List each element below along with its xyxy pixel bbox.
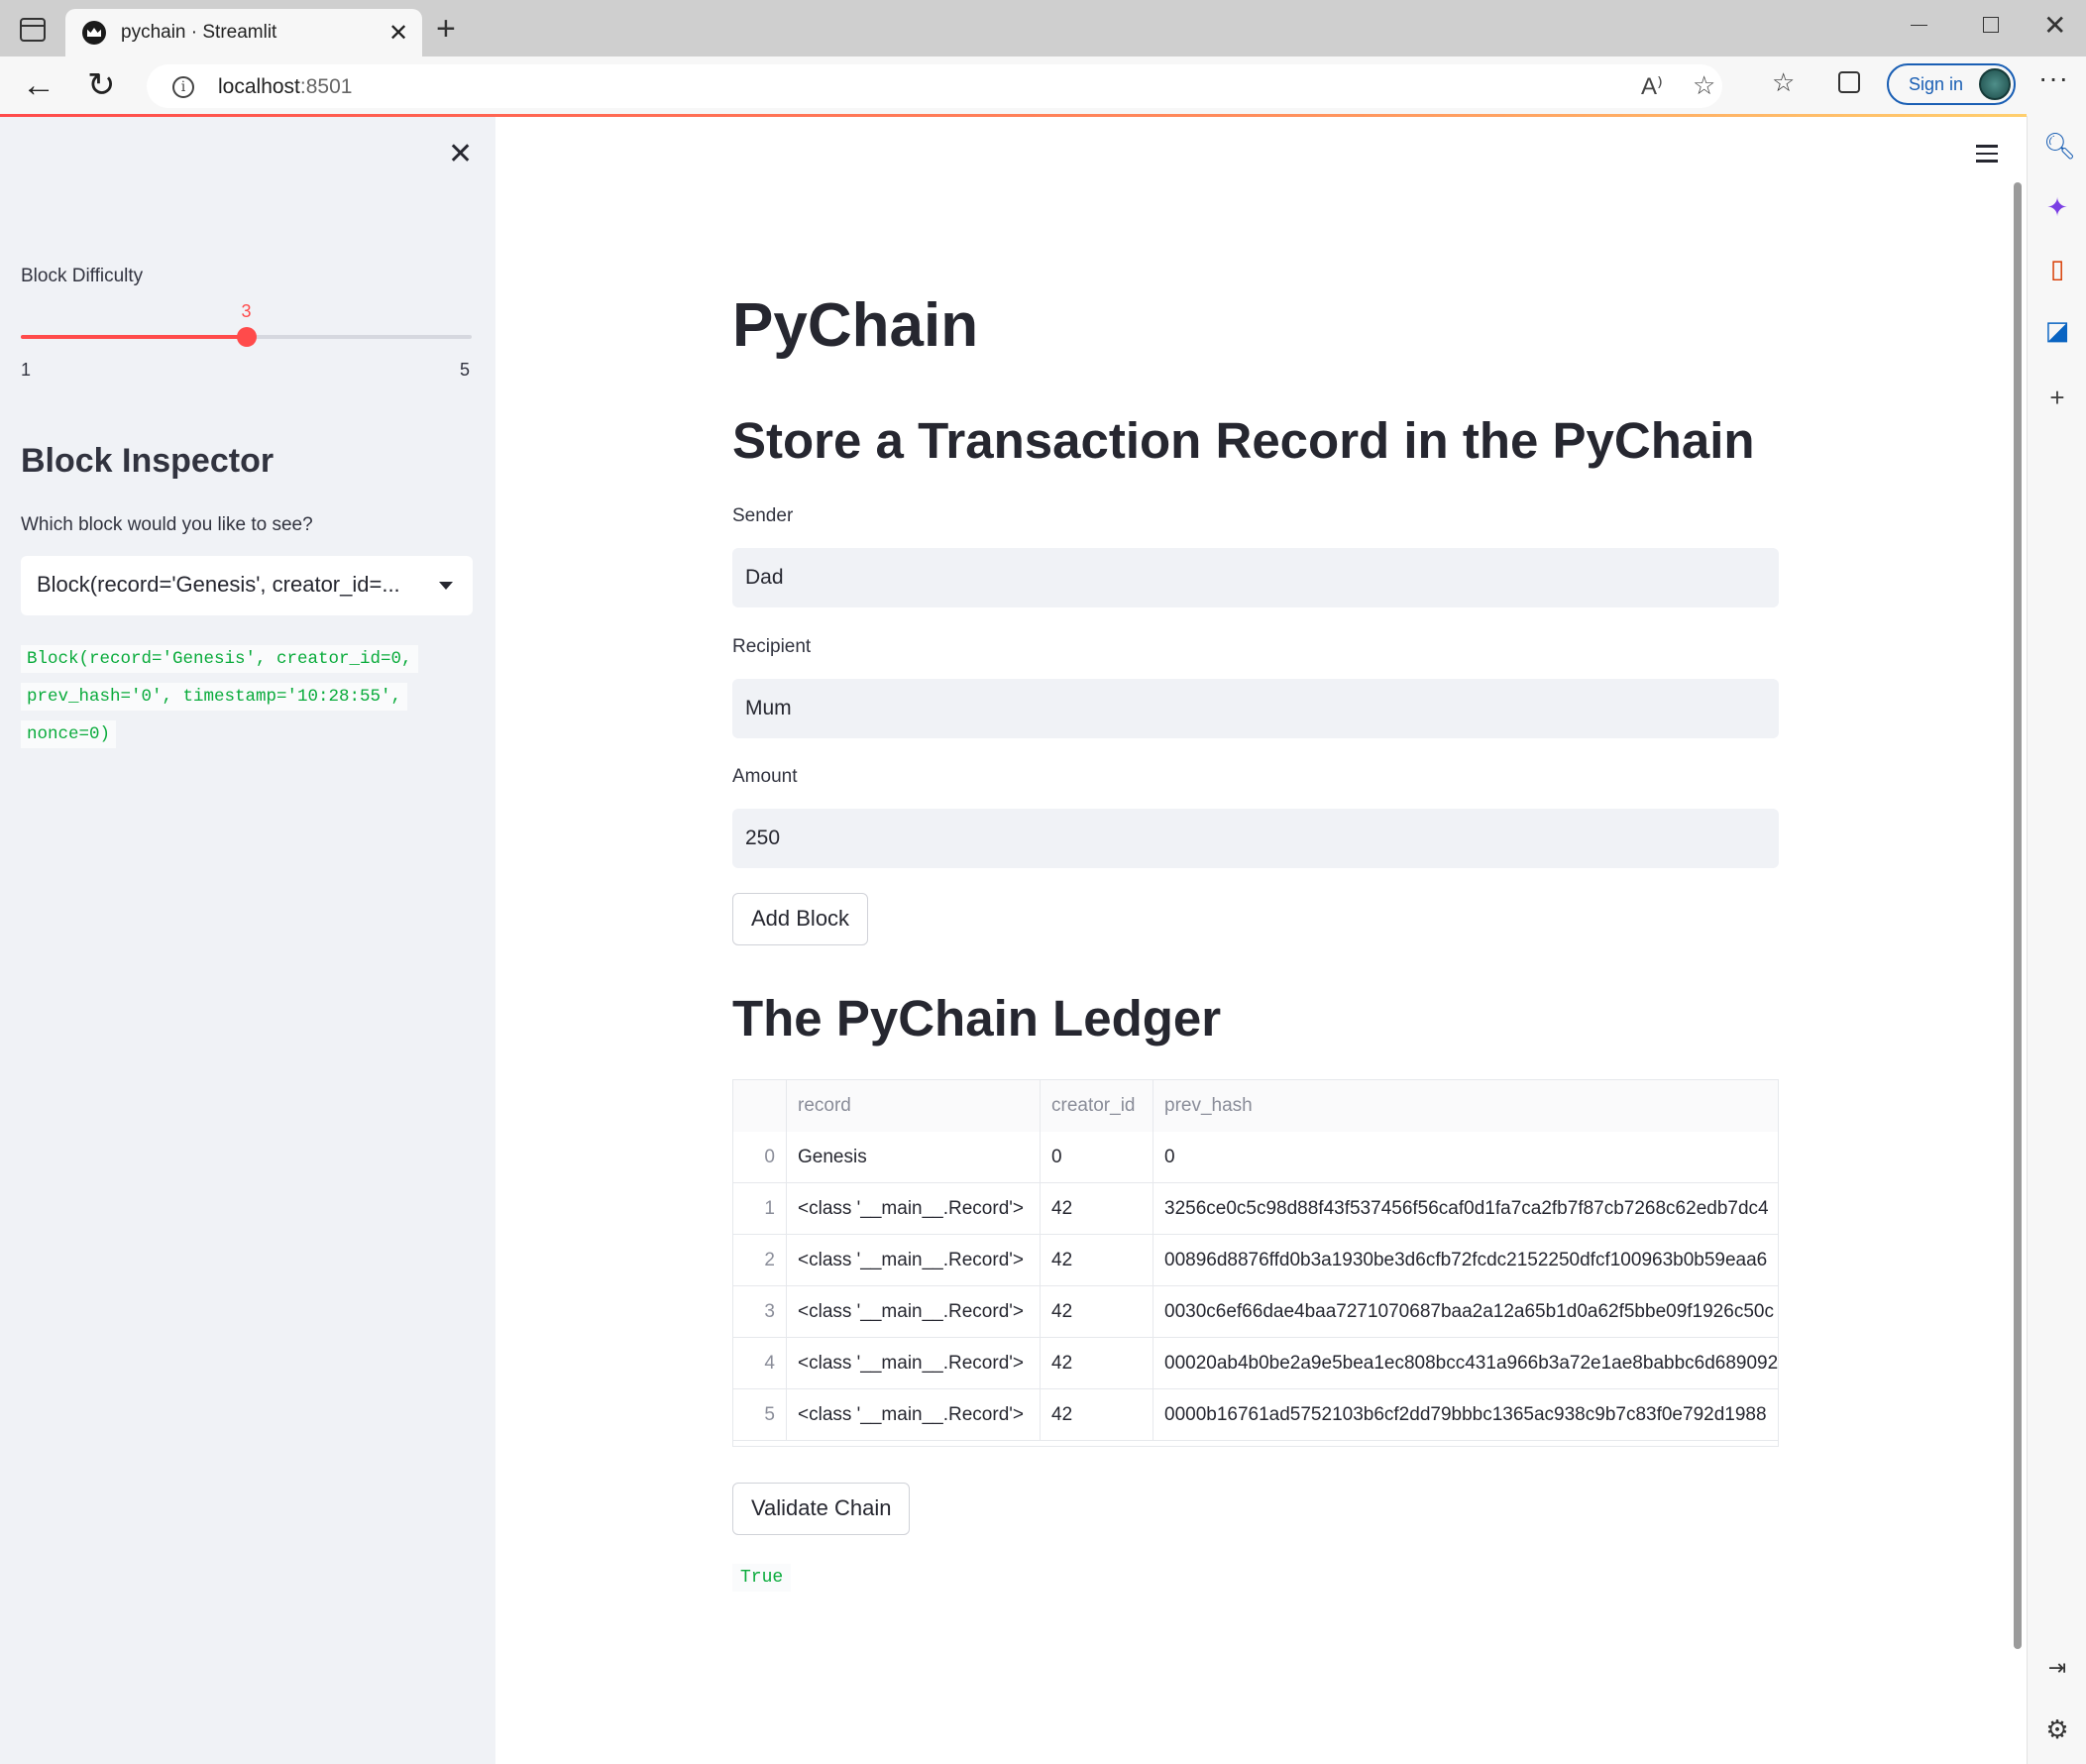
table-row[interactable]: 1 <class '__main__.Record'> 42 3256ce0c5c98… <box>733 1183 1778 1235</box>
table-cell[interactable]: <class '__main__.Record'> <box>787 1286 1041 1338</box>
close-sidebar-icon[interactable]: ✕ <box>448 137 473 171</box>
slider-value: 3 <box>241 301 252 321</box>
table-cell[interactable]: 0 <box>1153 1132 1778 1183</box>
window-close-icon[interactable]: ✕ <box>2043 9 2066 42</box>
slider-thumb[interactable] <box>236 327 257 347</box>
more-options-icon[interactable]: ··· <box>2038 62 2069 94</box>
amount-label: Amount <box>732 766 798 787</box>
block-inspector-heading: Block Inspector <box>21 442 274 480</box>
table-cell[interactable]: 42 <box>1041 1389 1153 1441</box>
url-text[interactable]: localhost:8501 <box>218 75 352 99</box>
row-index[interactable]: 2 <box>733 1235 787 1286</box>
code-line: Block(record='Genesis', creator_id=0, <box>21 645 418 673</box>
validate-result: True <box>732 1564 792 1592</box>
slider-label: Block Difficulty <box>21 266 144 286</box>
row-index[interactable]: 4 <box>733 1338 787 1389</box>
edge-sidebar: 🔍︎ ✦ ▯ ◪ + ⇥ ⚙ <box>2027 116 2086 1764</box>
tab-title: pychain · Streamlit <box>121 22 277 43</box>
slider-min-label: 1 <box>21 360 32 380</box>
avatar <box>1979 68 2011 100</box>
table-cell[interactable]: 0030c6ef66dae4baa7271070687baa2a12a65b1d… <box>1153 1286 1778 1338</box>
site-info-icon[interactable]: i <box>172 76 194 98</box>
ledger-table[interactable]: record creator_id prev_hash 0 Genesis 0 0 1 <… <box>732 1079 1779 1447</box>
validate-chain-button[interactable]: Validate Chain <box>732 1483 911 1535</box>
row-index[interactable]: 5 <box>733 1389 787 1441</box>
streamlit-sidebar: ✕ Block Difficulty 3 1 5 Block Inspector… <box>0 117 495 1764</box>
table-row[interactable]: 3 <class '__main__.Record'> 42 0030c6ef66da… <box>733 1286 1778 1338</box>
reload-icon[interactable]: ↻ <box>87 65 116 105</box>
select-label: Which block would you like to see? <box>21 514 313 535</box>
table-cell[interactable]: 0 <box>1041 1132 1153 1183</box>
favorites-icon[interactable]: ☆ <box>1772 67 1795 98</box>
copilot-sparkle-icon[interactable]: ✦ <box>2043 193 2071 221</box>
table-row[interactable]: 0 Genesis 0 0 <box>733 1132 1778 1183</box>
table-cell[interactable]: 42 <box>1041 1235 1153 1286</box>
streamlit-crown-icon <box>82 21 106 45</box>
recipient-label: Recipient <box>732 636 812 657</box>
column-header[interactable] <box>733 1080 787 1132</box>
table-cell[interactable]: 42 <box>1041 1183 1153 1235</box>
address-bar[interactable]: i localhost:8501 A⁾ ☆ <box>147 64 1722 108</box>
back-arrow-icon[interactable]: ← <box>22 66 55 105</box>
table-cell[interactable]: Genesis <box>787 1132 1041 1183</box>
table-cell[interactable]: 00020ab4b0be2a9e5bea1ec808bcc431a966b3a7… <box>1153 1338 1778 1389</box>
table-cell[interactable]: 0000b16761ad5752103b6cf2dd79bbbc1365ac93… <box>1153 1389 1778 1441</box>
hide-sidebar-icon[interactable]: ⇥ <box>2043 1654 2071 1682</box>
code-line: nonce=0) <box>21 720 117 748</box>
row-index[interactable]: 3 <box>733 1286 787 1338</box>
difficulty-slider[interactable]: 3 <box>21 301 472 347</box>
minimize-icon[interactable] <box>1911 25 1927 26</box>
main-menu-icon[interactable] <box>1976 145 1998 167</box>
column-header[interactable]: prev_hash <box>1153 1080 1778 1132</box>
browser-titlebar: pychain · Streamlit ✕ + ✕ <box>0 0 2086 56</box>
form-heading: Store a Transaction Record in the PyChai… <box>732 412 1755 469</box>
page-scrollbar[interactable] <box>2014 182 2022 1649</box>
row-index[interactable]: 0 <box>733 1132 787 1183</box>
chevron-down-icon <box>439 582 453 590</box>
table-row[interactable]: 5 <class '__main__.Record'> 42 0000b16761ad… <box>733 1389 1778 1441</box>
sender-label: Sender <box>732 505 794 526</box>
add-block-button[interactable]: Add Block <box>732 893 869 945</box>
collections-icon[interactable] <box>1838 71 1860 93</box>
recipient-input[interactable]: Mum <box>732 679 1779 738</box>
slider-max-label: 5 <box>460 360 471 380</box>
browser-toolbar: ← ↻ i localhost:8501 A⁾ ☆ ☆ Sign in ··· <box>0 56 2086 116</box>
column-header[interactable]: record <box>787 1080 1041 1132</box>
slider-fill <box>21 335 247 339</box>
office-icon[interactable]: ▯ <box>2043 255 2071 282</box>
row-index[interactable]: 1 <box>733 1183 787 1235</box>
table-row[interactable]: 4 <class '__main__.Record'> 42 00020ab4b0be… <box>733 1338 1778 1389</box>
read-aloud-icon[interactable]: A⁾ <box>1641 72 1663 101</box>
table-cell[interactable]: <class '__main__.Record'> <box>787 1389 1041 1441</box>
browser-tab[interactable]: pychain · Streamlit ✕ <box>65 9 422 56</box>
sign-in-button[interactable]: Sign in <box>1887 63 2016 105</box>
ledger-heading: The PyChain Ledger <box>732 990 1222 1047</box>
table-cell[interactable]: 42 <box>1041 1338 1153 1389</box>
add-favorite-icon[interactable]: ☆ <box>1693 70 1715 101</box>
table-cell[interactable]: 00896d8876ffd0b3a1930be3d6cfb72fcdc21522… <box>1153 1235 1778 1286</box>
block-select[interactable]: Block(record='Genesis', creator_id=... <box>21 556 473 615</box>
block-select-value: Block(record='Genesis', creator_id=... <box>37 572 400 597</box>
table-cell[interactable]: 42 <box>1041 1286 1153 1338</box>
table-header-row: record creator_id prev_hash <box>733 1080 1778 1132</box>
page-title: PyChain <box>732 291 979 360</box>
table-cell[interactable]: 3256ce0c5c98d88f43f537456f56caf0d1fa7ca2… <box>1153 1183 1778 1235</box>
column-header[interactable]: creator_id <box>1041 1080 1153 1132</box>
table-cell[interactable]: <class '__main__.Record'> <box>787 1338 1041 1389</box>
amount-input[interactable]: 250 <box>732 809 1779 868</box>
code-line: prev_hash='0', timestamp='10:28:55', <box>21 683 408 711</box>
add-app-icon[interactable]: + <box>2043 384 2071 411</box>
table-cell[interactable]: <class '__main__.Record'> <box>787 1183 1041 1235</box>
gear-icon[interactable]: ⚙ <box>2043 1715 2071 1743</box>
table-cell[interactable]: <class '__main__.Record'> <box>787 1235 1041 1286</box>
table-row[interactable]: 2 <class '__main__.Record'> 42 00896d8876ff… <box>733 1235 1778 1286</box>
block-code-output: Block(record='Genesis', creator_id=0, pr… <box>21 640 457 753</box>
new-tab-icon[interactable]: + <box>436 10 456 49</box>
maximize-icon[interactable] <box>1983 17 1999 33</box>
tab-close-icon[interactable]: ✕ <box>388 19 408 48</box>
outlook-icon[interactable]: ◪ <box>2043 316 2071 344</box>
search-icon[interactable]: 🔍︎ <box>2043 132 2076 160</box>
sender-input[interactable]: Dad <box>732 548 1779 607</box>
tab-actions-icon[interactable] <box>20 18 46 42</box>
